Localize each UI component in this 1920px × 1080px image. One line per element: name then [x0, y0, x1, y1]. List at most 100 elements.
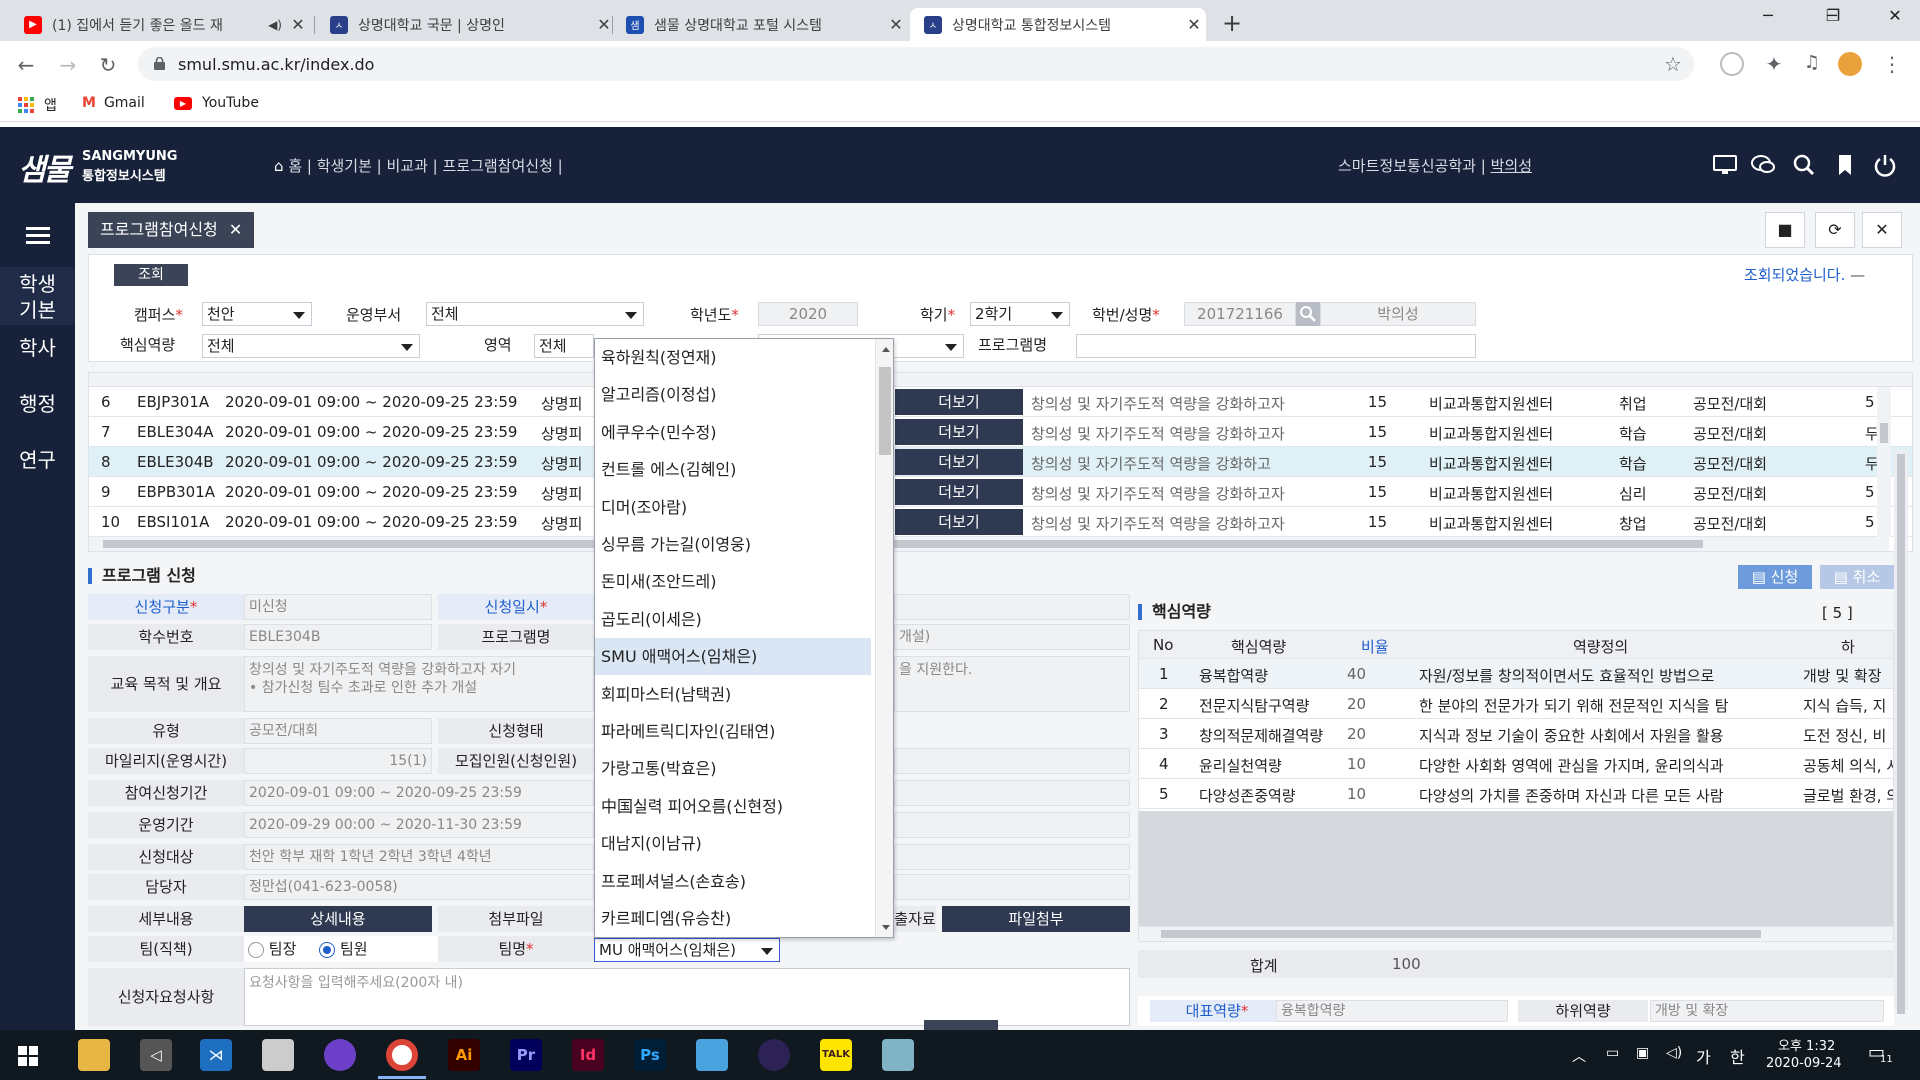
page-vscrollbar[interactable] [1894, 450, 1908, 1014]
indesign-icon[interactable]: Id [572, 1039, 604, 1071]
table-row[interactable]: 6 EBJP301A 2020-09-01 09:00 ~ 2020-09-25 2… [89, 387, 1912, 417]
more-button[interactable]: 더보기 [895, 509, 1023, 535]
table-row[interactable]: 1 융복합역량 40 자원/정보를 창의적이면서도 효율적인 방법으로 개방 및 확장 [1139, 659, 1893, 689]
close-tab-icon[interactable]: ✕ [286, 15, 310, 34]
clock-time[interactable]: 오후 1:32 [1778, 1035, 1835, 1054]
ime-lang-indicator[interactable]: 한 [1730, 1044, 1745, 1068]
profile-avatar[interactable] [1838, 52, 1862, 76]
window-minimize-button[interactable]: ─ [1748, 6, 1788, 25]
app-logo[interactable]: 샘물 SANGMYUNG 통합정보시스템 [18, 145, 177, 189]
bookmark-star-icon[interactable]: ☆ [1664, 52, 1682, 76]
new-tab-button[interactable]: + [1222, 9, 1242, 37]
speaker-icon[interactable]: ◀) [268, 18, 282, 32]
table-row[interactable]: 7 EBLE304A 2020-09-01 09:00 ~ 2020-09-25 2… [89, 417, 1912, 447]
github-icon[interactable] [324, 1039, 356, 1071]
home-icon[interactable]: ⌂ [274, 157, 284, 175]
table-row[interactable]: 8 EBLE304B 2020-09-01 09:00 ~ 2020-09-25 2… [89, 447, 1912, 477]
bookmark-gmail[interactable]: M Gmail [82, 95, 145, 111]
sidebar-item-student[interactable]: 학생 기본 [0, 267, 75, 325]
sidebar-item-research[interactable]: 연구 [0, 447, 75, 473]
close-tab-icon[interactable]: ✕ [884, 15, 908, 34]
more-button[interactable]: 더보기 [895, 449, 1023, 475]
tray-up-chevron-icon[interactable]: ︿ [1572, 1046, 1586, 1066]
search-icon[interactable] [1792, 153, 1818, 177]
chat-icon[interactable] [1750, 153, 1776, 177]
term-select[interactable]: 2학기 [970, 302, 1070, 326]
unity-icon[interactable]: ◁ [140, 1039, 172, 1071]
illustrator-icon[interactable]: Ai [448, 1039, 480, 1071]
kakaotalk-icon[interactable]: TALK [820, 1039, 852, 1071]
browser-tab-smu-korean[interactable]: ㅅ 상명대학교 국문 | 상명인 ✕ [316, 8, 616, 41]
bookmark-apps[interactable]: 앱 [18, 95, 57, 115]
table-row[interactable]: 2 전문지식탐구역량 20 한 분야의 전문가가 되기 위해 전문적인 지식을 탐 지식… [1139, 689, 1893, 719]
student-search-icon[interactable] [1296, 302, 1320, 326]
dropdown-option[interactable]: 돈미새(조안드레) [595, 563, 871, 600]
window-restore-button[interactable]: ❐ [1813, 6, 1853, 25]
back-icon[interactable]: ← [12, 51, 40, 79]
area-select[interactable]: 전체 [534, 334, 594, 358]
dropdown-option[interactable]: 가랑고통(박효은) [595, 750, 871, 787]
collapse-handle[interactable] [924, 1020, 998, 1030]
media-control-icon[interactable]: ♫ [1800, 52, 1824, 76]
dropdown-option[interactable]: SMU 애맥어스(임채은) [595, 638, 871, 676]
file-attach-button[interactable]: 파일첨부 [942, 906, 1130, 932]
dropdown-option[interactable]: 에쿠우수(민수정) [595, 414, 871, 451]
clock-date[interactable]: 2020-09-24 [1766, 1056, 1842, 1071]
eclipse-icon[interactable] [758, 1039, 790, 1071]
grid-hscrollbar[interactable] [89, 537, 1889, 551]
window-close-button[interactable]: ✕ [1875, 6, 1915, 25]
premiere-icon[interactable]: Pr [510, 1039, 542, 1071]
notepad-icon[interactable] [882, 1039, 914, 1071]
close-tab-icon[interactable]: ✕ [1182, 15, 1206, 34]
table-row[interactable]: 4 윤리실천역량 10 다양한 사회화 영역에 관심을 가지며, 윤리의식과 공동체 의… [1139, 749, 1893, 779]
dropdown-option[interactable]: 컨트롤 에스(김혜인) [595, 451, 871, 488]
dropdown-option[interactable]: 싱무름 가는길(이영웅) [595, 526, 871, 563]
puzzle-icon[interactable]: ✦ [1762, 52, 1786, 76]
cancel-apply-button[interactable]: ▤ 취소 [1820, 565, 1894, 589]
dropdown-option[interactable]: 알고리즘(이정섭) [595, 376, 871, 413]
bookmark-page-button[interactable]: ■ [1765, 212, 1805, 248]
table-row[interactable]: 3 창의적문제해결역량 20 지식과 정보 기술이 중요한 사회에서 자원을 활용 도전… [1139, 719, 1893, 749]
detail-button[interactable]: 상세내용 [244, 906, 432, 932]
team-name-select[interactable]: MU 애맥어스(임채은) [594, 938, 780, 962]
more-button[interactable]: 더보기 [895, 419, 1023, 445]
campus-select[interactable]: 천안 [202, 302, 312, 326]
power-icon[interactable] [1872, 153, 1898, 177]
query-button[interactable]: 조회 [114, 264, 188, 286]
dropdown-option[interactable]: 파라메트릭디자인(김태연) [595, 713, 871, 750]
dropdown-option[interactable]: 中国실력 피어오름(신현정) [595, 788, 871, 825]
forward-icon[interactable]: → [54, 51, 82, 79]
dropdown-option[interactable]: 카르페디엠(유승찬) [595, 900, 871, 937]
dropdown-option[interactable]: 프로페셔널스(손효송) [595, 863, 871, 900]
windows-start-icon[interactable] [18, 1046, 38, 1066]
request-textarea[interactable]: 요청사항을 입력해주세요(200자 내) [244, 968, 1130, 1026]
more-button[interactable]: 더보기 [895, 389, 1023, 415]
dropdown-option[interactable]: 회피마스터(남택권) [595, 676, 871, 713]
program-name-input[interactable] [1076, 334, 1476, 358]
vscode-icon[interactable]: ⋊ [200, 1039, 232, 1071]
monitor-icon[interactable] [1712, 153, 1738, 177]
reload-icon[interactable]: ↻ [94, 51, 122, 79]
app-icon[interactable] [262, 1039, 294, 1071]
apply-button[interactable]: ▤ 신청 [1738, 565, 1812, 589]
table-row[interactable]: 9 EBPB301A 2020-09-01 09:00 ~ 2020-09-25 2… [89, 477, 1912, 507]
close-page-tab-icon[interactable]: ✕ [229, 220, 242, 239]
competency-hscrollbar[interactable] [1138, 926, 1894, 942]
dropdown-option[interactable]: 육하원칙(정연재) [595, 339, 871, 376]
bookmark-icon[interactable] [1832, 153, 1858, 177]
sidebar-item-academic[interactable]: 학사 [0, 335, 75, 361]
browser-tab-active[interactable]: ㅅ 상명대학교 통합정보시스템 ✕ [910, 8, 1206, 41]
radio-leader[interactable] [248, 941, 264, 958]
dropdown-option[interactable]: 대남지(이남규) [595, 825, 871, 862]
network-icon[interactable]: ▣ [1636, 1045, 1649, 1061]
page-tab[interactable]: 프로그램참여신청 ✕ [88, 212, 255, 248]
dropdown-option[interactable]: 디머(조아람) [595, 489, 871, 526]
dept-select[interactable]: 전체 [426, 302, 644, 326]
browser-tab-portal[interactable]: 샘 샘물 상명대학교 포털 시스템 ✕ [612, 8, 908, 41]
volume-icon[interactable]: ◁) [1666, 1045, 1682, 1061]
photoshop-icon[interactable]: Ps [634, 1039, 666, 1071]
core-select[interactable]: 전체 [202, 334, 420, 358]
menu-icon[interactable] [26, 227, 50, 245]
table-row[interactable]: 5 다양성존중역량 10 다양성의 가치를 존중하며 자신과 다른 모든 사람 글로벌 … [1139, 779, 1893, 809]
file-explorer-icon[interactable] [78, 1039, 110, 1071]
